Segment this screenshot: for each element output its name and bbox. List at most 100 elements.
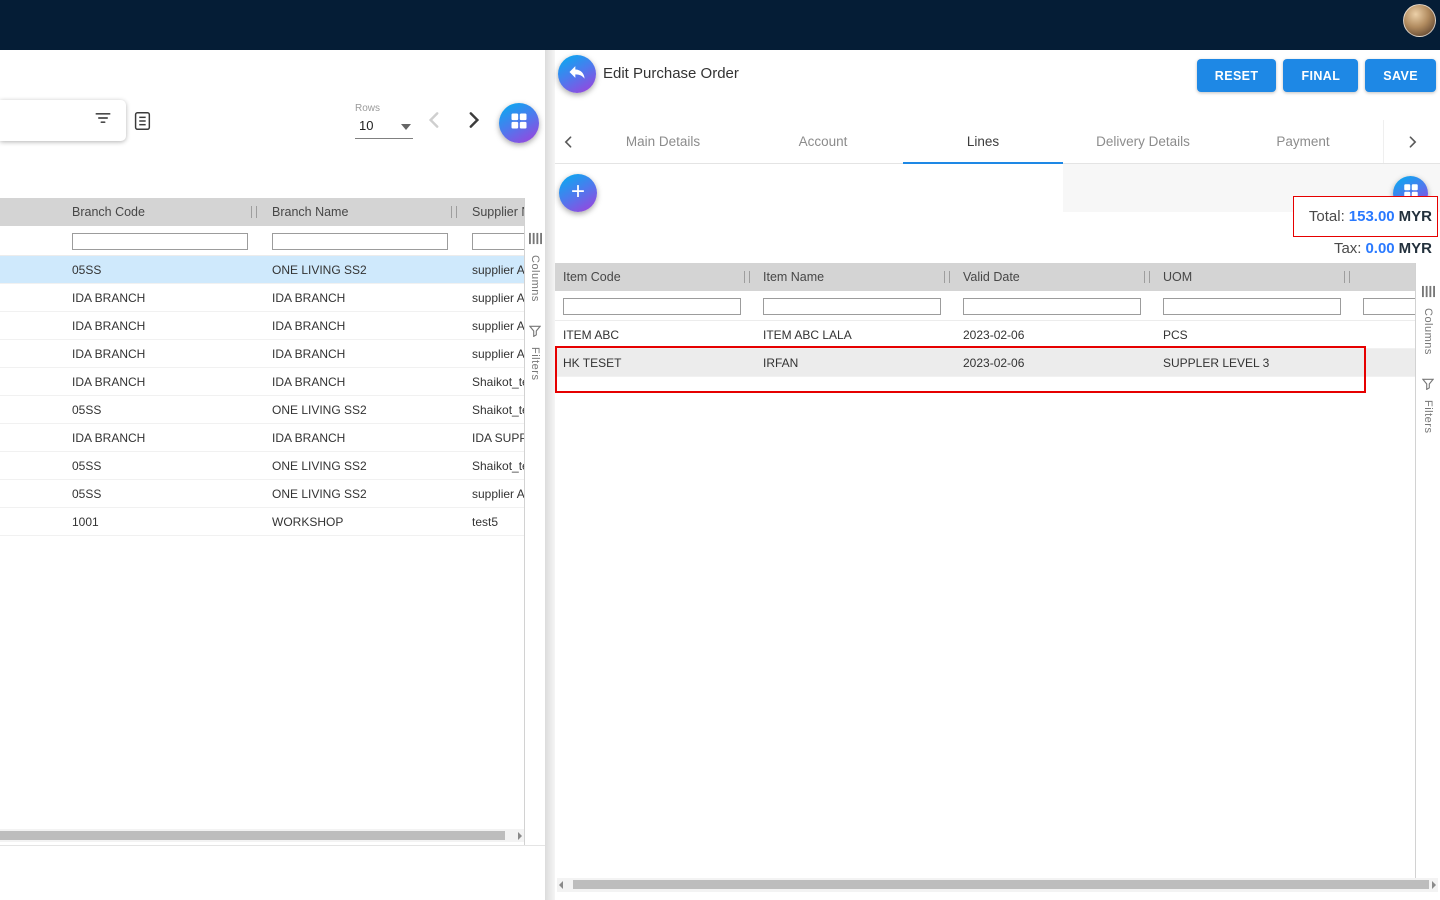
branch-name-cell: IDA BRANCH	[262, 319, 462, 333]
rows-label: Rows	[355, 103, 413, 114]
prev-page-button[interactable]	[424, 109, 446, 131]
line-row[interactable]: HK TESET IRFAN 2023-02-06 SUPPLER LEVEL …	[555, 349, 1415, 377]
branch-row[interactable]: IDA BRANCH IDA BRANCH supplier A	[0, 312, 524, 340]
valid-date-cell: 2023-02-06	[955, 328, 1155, 342]
tax-display: Tax:0.00MYR	[1293, 240, 1438, 257]
final-button[interactable]: FINAL	[1283, 59, 1358, 92]
scroll-right-arrow-icon[interactable]	[518, 832, 522, 840]
supplier-cell: Shaikot_te	[462, 459, 524, 473]
line-row[interactable]: ITEM ABC ITEM ABC LALA 2023-02-06 PCS	[555, 321, 1415, 349]
column-header-supplier[interactable]: Supplier Name	[462, 198, 524, 226]
filter-funnel-icon	[1422, 377, 1434, 395]
filter-input-item-name[interactable]	[763, 298, 941, 315]
total-value: 153.00	[1349, 208, 1395, 225]
column-header-branch-name[interactable]: Branch Name	[262, 198, 462, 226]
branch-name-cell: ONE LIVING SS2	[262, 459, 462, 473]
filters-panel-toggle[interactable]: Filters	[1422, 377, 1434, 433]
tab-delivery-details[interactable]: Delivery Details	[1063, 120, 1223, 163]
branch-filter-row	[0, 226, 524, 256]
supplier-cell: Shaikot_te	[462, 403, 524, 417]
next-page-button[interactable]	[462, 109, 484, 131]
add-line-button[interactable]: +	[559, 174, 597, 212]
filters-label: Filters	[529, 347, 541, 380]
tabs-scroll-left-icon[interactable]	[555, 120, 583, 163]
user-avatar[interactable]	[1403, 4, 1436, 37]
filter-input-extra[interactable]	[1363, 298, 1415, 315]
columns-panel-toggle[interactable]: Columns	[529, 232, 542, 302]
uom-cell: PCS	[1155, 328, 1355, 342]
column-header-valid-date[interactable]: Valid Date	[955, 263, 1155, 291]
filters-label: Filters	[1422, 400, 1434, 433]
back-button[interactable]	[558, 55, 596, 93]
branch-name-cell: WORKSHOP	[262, 515, 462, 529]
branch-code-cell: IDA BRANCH	[62, 431, 262, 445]
panel-bottom-border	[0, 845, 545, 846]
rows-per-page: Rows 10	[355, 103, 413, 139]
supplier-cell: test5	[462, 515, 524, 529]
total-currency: MYR	[1399, 208, 1432, 225]
branch-code-cell: IDA BRANCH	[62, 291, 262, 305]
branch-row[interactable]: 05SS ONE LIVING SS2 Shaikot_te	[0, 452, 524, 480]
supplier-cell: supplier A	[462, 263, 524, 277]
supplier-cell: supplier A	[462, 347, 524, 361]
item-code-cell: ITEM ABC	[555, 328, 755, 342]
scroll-left-arrow-icon[interactable]	[559, 881, 563, 889]
tax-label: Tax:	[1334, 240, 1362, 257]
branch-table: Branch Code Branch Name Supplier Name 05…	[0, 198, 524, 536]
branch-row[interactable]: IDA BRANCH IDA BRANCH Shaikot_te	[0, 368, 524, 396]
branch-name-cell: ONE LIVING SS2	[262, 487, 462, 501]
horizontal-scrollbar[interactable]	[0, 829, 524, 842]
filters-panel-toggle[interactable]: Filters	[529, 324, 541, 380]
app-screen: Rows 10 Branch Code Branch Name	[0, 0, 1440, 900]
filter-list-icon[interactable]	[93, 108, 113, 133]
branch-row[interactable]: IDA BRANCH IDA BRANCH supplier A	[0, 284, 524, 312]
filter-input-branch-name[interactable]	[272, 233, 448, 250]
tab-lines[interactable]: Lines	[903, 120, 1063, 163]
branch-row[interactable]: 1001 WORKSHOP test5	[0, 508, 524, 536]
filter-input-item-code[interactable]	[563, 298, 741, 315]
branch-name-cell: ONE LIVING SS2	[262, 403, 462, 417]
branch-table-header: Branch Code Branch Name Supplier Name	[0, 198, 524, 226]
tabs-scroll-right-icon[interactable]	[1383, 120, 1440, 163]
total-display: Total:153.00MYR	[1293, 196, 1438, 237]
column-header-uom[interactable]: UOM	[1155, 263, 1355, 291]
columns-label: Columns	[1422, 308, 1434, 355]
column-header-item-name[interactable]: Item Name	[755, 263, 955, 291]
filter-input-branch-code[interactable]	[72, 233, 248, 250]
column-header-item-code[interactable]: Item Code	[555, 263, 755, 291]
copy-list-icon[interactable]	[131, 110, 153, 132]
tab-main-details[interactable]: Main Details	[583, 120, 743, 163]
filter-funnel-icon	[529, 324, 541, 342]
search-toolbar	[0, 100, 126, 141]
save-button[interactable]: SAVE	[1365, 59, 1436, 92]
supplier-cell: supplier A	[462, 487, 524, 501]
scrollbar-thumb[interactable]	[573, 880, 1429, 889]
filter-input-valid-date[interactable]	[963, 298, 1141, 315]
branch-row[interactable]: 05SS ONE LIVING SS2 Shaikot_te	[0, 396, 524, 424]
uom-cell: SUPPLER LEVEL 3	[1155, 356, 1355, 370]
scroll-right-arrow-icon[interactable]	[1432, 881, 1436, 889]
scrollbar-thumb[interactable]	[0, 831, 505, 840]
tab-bar: Main Details Account Lines Delivery Deta…	[555, 120, 1440, 164]
branch-name-cell: IDA BRANCH	[262, 431, 462, 445]
tab-payment[interactable]: Payment	[1223, 120, 1383, 163]
apps-grid-button[interactable]	[499, 103, 539, 143]
supplier-cell: IDA SUPP	[462, 431, 524, 445]
column-header-branch-code[interactable]: Branch Code	[62, 198, 262, 226]
branch-row[interactable]: 05SS ONE LIVING SS2 supplier A	[0, 256, 524, 284]
columns-panel-toggle[interactable]: Columns	[1422, 285, 1435, 355]
branch-row[interactable]: IDA BRANCH IDA BRANCH IDA SUPP	[0, 424, 524, 452]
branch-name-cell: ONE LIVING SS2	[262, 263, 462, 277]
branch-code-cell: IDA BRANCH	[62, 319, 262, 333]
horizontal-scrollbar[interactable]	[557, 878, 1438, 892]
reset-button[interactable]: RESET	[1197, 59, 1277, 92]
branch-row[interactable]: IDA BRANCH IDA BRANCH supplier A	[0, 340, 524, 368]
filter-input-supplier[interactable]	[472, 233, 524, 250]
branch-row[interactable]: 05SS ONE LIVING SS2 supplier A	[0, 480, 524, 508]
rows-select[interactable]: 10	[355, 117, 413, 139]
branch-code-cell: IDA BRANCH	[62, 347, 262, 361]
filter-input-uom[interactable]	[1163, 298, 1341, 315]
branch-code-cell: 05SS	[62, 487, 262, 501]
tab-account[interactable]: Account	[743, 120, 903, 163]
item-code-cell: HK TESET	[555, 356, 755, 370]
